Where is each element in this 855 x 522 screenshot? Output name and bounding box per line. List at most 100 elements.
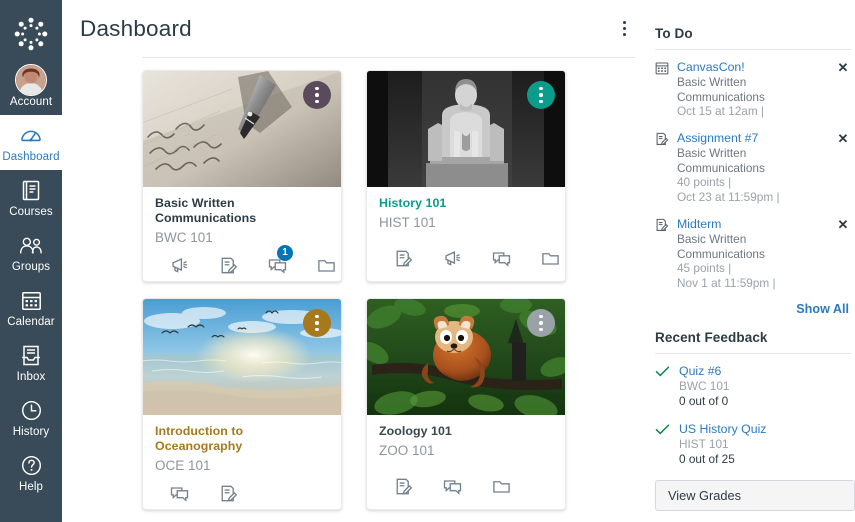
canvas-dashboard-app: Account Dashboard Courses [0, 0, 855, 522]
inbox-tray-icon [21, 342, 41, 368]
feedback-item-score: 0 out of 25 [679, 452, 851, 467]
calendar-icon [21, 287, 42, 313]
view-grades-button[interactable]: View Grades [655, 480, 855, 511]
course-cards-grid: Basic Written Communications BWC 101 [62, 58, 655, 522]
feedback-item-link[interactable]: Quiz #6 [679, 363, 851, 379]
course-card-title[interactable]: Introduction to Oceanography [155, 424, 329, 454]
sidebar-item-inbox[interactable]: Inbox [0, 335, 62, 390]
course-card-code: BWC 101 [155, 229, 329, 246]
global-navigation-sidebar: Account Dashboard Courses [0, 0, 62, 522]
course-card-body: Zoology 101 ZOO 101 [367, 415, 565, 467]
course-card-title[interactable]: Zoology 101 [379, 424, 553, 439]
todo-item-text: Assignment #7 Basic Written Communicatio… [677, 130, 831, 205]
todo-list-item: Midterm Basic Written Communications 45 … [655, 216, 851, 302]
todo-heading: To Do [655, 26, 851, 49]
course-card-title[interactable]: Basic Written Communications [155, 196, 329, 226]
course-card[interactable]: Basic Written Communications BWC 101 [142, 70, 342, 282]
close-x-icon[interactable]: ✕ [835, 216, 851, 231]
assignments-icon[interactable] [379, 241, 428, 275]
course-card-options-kebab-icon[interactable] [527, 81, 555, 109]
feedback-item-course: HIST 101 [679, 437, 851, 452]
courses-book-icon [21, 177, 41, 203]
sidebar-item-groups[interactable]: Groups [0, 225, 62, 280]
page-title: Dashboard [80, 16, 192, 42]
course-card-options-kebab-icon[interactable] [527, 309, 555, 337]
sidebar-item-calendar[interactable]: Calendar [0, 280, 62, 335]
course-card-options-kebab-icon[interactable] [303, 309, 331, 337]
todo-item-text: Midterm Basic Written Communications 45 … [677, 216, 831, 291]
feedback-item-text: US History Quiz HIST 101 0 out of 25 [679, 421, 851, 467]
sidebar-item-label: Help [19, 480, 43, 494]
feedback-list-item: Quiz #6 BWC 101 0 out of 0 [655, 363, 851, 421]
course-card[interactable]: Zoology 101 ZOO 101 [366, 298, 566, 510]
sidebar-item-history[interactable]: History [0, 390, 62, 445]
course-card-options-kebab-icon[interactable] [303, 81, 331, 109]
assignments-icon[interactable] [379, 469, 428, 503]
course-card-actions [367, 467, 565, 509]
canvas-logo-icon[interactable] [8, 11, 54, 57]
announcements-megaphone-icon[interactable] [155, 248, 204, 282]
feedback-list-item: US History Quiz HIST 101 0 out of 25 [655, 421, 851, 479]
announcements-megaphone-icon[interactable] [428, 241, 477, 275]
feedback-item-score: 0 out of 0 [679, 394, 851, 409]
files-folder-icon[interactable] [477, 469, 526, 503]
todo-item-points: 40 points | [677, 175, 831, 190]
feedback-item-course: BWC 101 [679, 379, 851, 394]
recent-feedback-heading: Recent Feedback [655, 330, 851, 353]
clock-icon [21, 397, 42, 423]
recent-feedback-divider [655, 353, 851, 354]
todo-item-due: Oct 23 at 11:59pm | [677, 190, 831, 205]
course-card[interactable]: Introduction to Oceanography OCE 101 [142, 298, 342, 510]
discussions-icon[interactable] [477, 241, 526, 275]
calendar-icon [655, 59, 677, 80]
help-question-icon [21, 452, 42, 478]
assignments-icon[interactable] [204, 248, 253, 282]
todo-list-item: CanvasCon! Basic Written Communications … [655, 59, 851, 130]
course-card-body: Basic Written Communications BWC 101 [143, 187, 341, 246]
assignments-icon [655, 130, 677, 151]
course-card-title[interactable]: History 101 [379, 196, 553, 211]
sidebar-item-label: Inbox [17, 370, 46, 384]
course-card-code: OCE 101 [155, 457, 329, 474]
sidebar-item-dashboard[interactable]: Dashboard [0, 115, 62, 170]
files-folder-icon[interactable] [302, 248, 342, 282]
files-folder-icon[interactable] [526, 241, 566, 275]
close-x-icon[interactable]: ✕ [835, 59, 851, 74]
todo-list-item: Assignment #7 Basic Written Communicatio… [655, 130, 851, 216]
sidebar-item-label: Calendar [7, 315, 54, 329]
check-mark-icon [655, 363, 679, 383]
discussions-icon[interactable] [428, 469, 477, 503]
assignments-icon[interactable] [204, 476, 253, 510]
course-card[interactable]: History 101 HIST 101 [366, 70, 566, 282]
course-card-actions: 1 [143, 246, 341, 282]
show-all-link[interactable]: Show All [655, 302, 851, 316]
course-card-code: HIST 101 [379, 214, 553, 231]
sidebar-item-courses[interactable]: Courses [0, 170, 62, 225]
sidebar-item-help[interactable]: Help [0, 445, 62, 500]
todo-section: To Do CanvasCon! Basic Written Com [655, 26, 855, 316]
feedback-item-link[interactable]: US History Quiz [679, 421, 851, 437]
check-mark-icon [655, 421, 679, 441]
assignments-icon [655, 216, 677, 237]
todo-divider [655, 49, 851, 50]
avatar [15, 67, 47, 93]
dashboard-options-kebab-icon[interactable] [613, 16, 635, 42]
sidebar-item-label: Groups [12, 260, 50, 274]
todo-item-due: Oct 15 at 12am | [677, 104, 831, 119]
discussions-icon[interactable] [155, 476, 204, 510]
discussions-icon[interactable]: 1 [253, 248, 302, 282]
todo-item-link[interactable]: CanvasCon! [677, 59, 831, 75]
sidebar-item-account[interactable]: Account [0, 65, 62, 115]
recent-feedback-section: Recent Feedback Quiz #6 BWC 101 0 out of… [655, 330, 855, 479]
sidebar-item-label: Dashboard [2, 150, 59, 164]
sidebar-item-label: Account [10, 95, 52, 109]
dashboard-icon [20, 122, 42, 148]
groups-people-icon [19, 232, 43, 258]
course-card-actions [367, 239, 565, 281]
close-x-icon[interactable]: ✕ [835, 130, 851, 145]
feedback-item-text: Quiz #6 BWC 101 0 out of 0 [679, 363, 851, 409]
todo-item-link[interactable]: Midterm [677, 216, 831, 232]
course-card-body: History 101 HIST 101 [367, 187, 565, 239]
todo-item-link[interactable]: Assignment #7 [677, 130, 831, 146]
todo-item-text: CanvasCon! Basic Written Communications … [677, 59, 831, 119]
